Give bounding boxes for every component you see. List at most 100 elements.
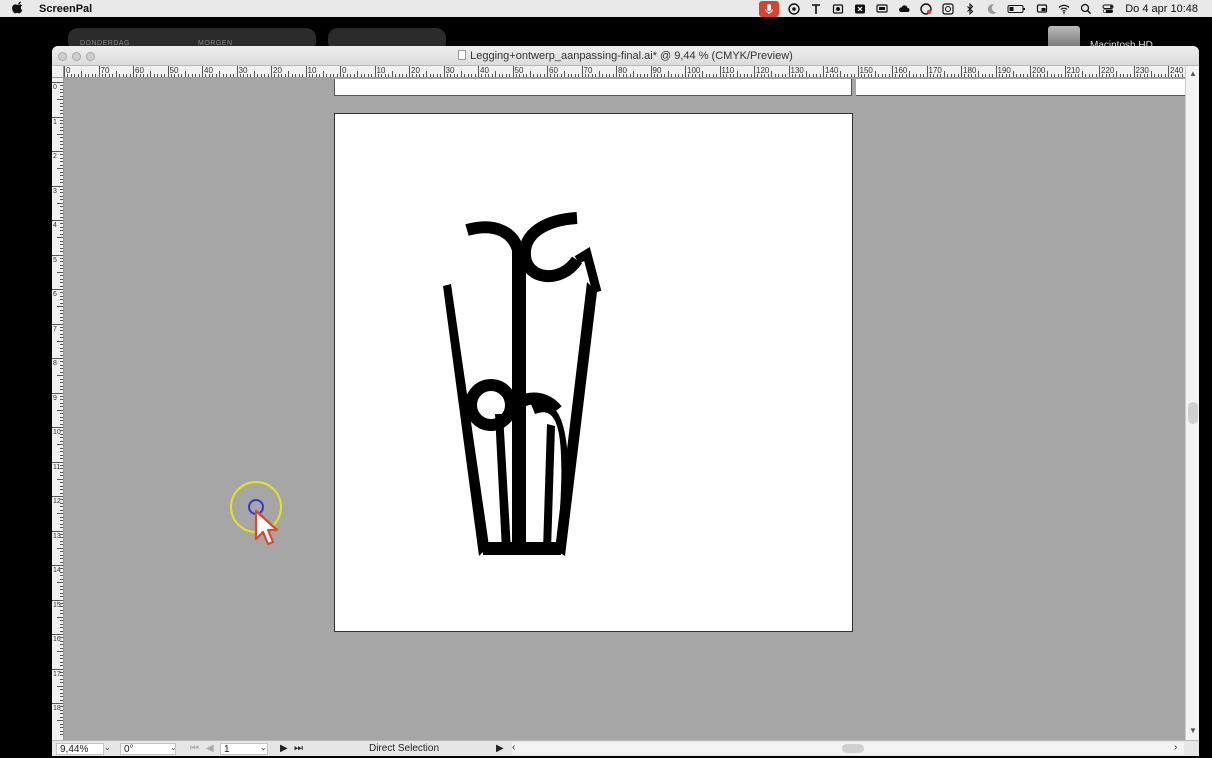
- ruler-tick: [150, 71, 152, 77]
- bluetooth-icon[interactable]: [959, 0, 981, 17]
- menubar-clock[interactable]: Do 4 apr 10:48: [1119, 3, 1212, 15]
- current-tool-label[interactable]: Direct Selection: [314, 743, 494, 755]
- ruler-tick: [381, 74, 383, 77]
- legging-artwork[interactable]: [335, 114, 854, 633]
- ruler-origin[interactable]: [52, 66, 64, 78]
- ruler-tick: [60, 399, 63, 401]
- first-artboard-icon[interactable]: ⏮: [190, 743, 199, 755]
- scroll-up-arrow-icon[interactable]: ▲: [1189, 69, 1197, 78]
- rotation-field[interactable]: 0°: [120, 743, 176, 755]
- screen-icon[interactable]: [1031, 0, 1053, 17]
- apple-icon[interactable]: [12, 1, 26, 17]
- ruler-tick: [971, 74, 973, 77]
- ruler-tick: [315, 74, 317, 77]
- ruler-tick: [52, 116, 63, 118]
- ruler-tick: [60, 126, 63, 128]
- artboard-above[interactable]: [334, 79, 852, 96]
- previous-artboard-icon[interactable]: ◀: [206, 743, 214, 755]
- scroll-down-arrow-icon[interactable]: ▼: [1189, 726, 1197, 735]
- ruler-tick: [350, 74, 352, 77]
- ruler-tick: [60, 347, 63, 349]
- ruler-tick: [70, 74, 72, 77]
- ruler-tick: [60, 244, 63, 246]
- ruler-tick: [940, 74, 942, 77]
- artboard-dropdown-icon[interactable]: ⌄: [260, 743, 267, 752]
- vertical-scrollbar[interactable]: ▲ ▼: [1185, 66, 1199, 740]
- ruler-tick: [60, 620, 63, 622]
- ruler-tick: [698, 74, 700, 77]
- ruler-tick: [60, 144, 63, 146]
- capture-icon[interactable]: [827, 0, 849, 17]
- next-artboard-icon[interactable]: ▶: [280, 743, 288, 755]
- ruler-tick: [1043, 74, 1045, 77]
- ruler-tick: [857, 66, 859, 77]
- ruler-tick: [60, 261, 63, 263]
- zoom-dropdown-icon[interactable]: ⌄: [104, 743, 111, 752]
- horizontal-scroll-thumb[interactable]: [842, 744, 864, 753]
- text-tool-icon[interactable]: [805, 0, 827, 17]
- horizontal-scrollbar[interactable]: ‹ ›: [512, 742, 1184, 755]
- ruler-tick: [60, 682, 63, 684]
- cloud-sync-icon[interactable]: [893, 0, 915, 17]
- ruler-tick: [57, 306, 63, 308]
- ruler-tick: [1054, 74, 1056, 77]
- ruler-tick: [422, 74, 424, 77]
- zoom-level-field[interactable]: 9,44%: [56, 743, 104, 755]
- last-artboard-icon[interactable]: ⏭: [294, 743, 303, 755]
- vertical-scroll-thumb[interactable]: [1188, 402, 1198, 424]
- screenpal-icon[interactable]: [783, 0, 805, 17]
- ruler-tick: [1157, 74, 1159, 77]
- ruler-tick: [1067, 74, 1069, 77]
- creative-cloud-icon[interactable]: [915, 0, 937, 17]
- close-box-icon[interactable]: [849, 0, 871, 17]
- ruler-tick: [1126, 74, 1128, 77]
- app-name-menu[interactable]: ScreenPal: [39, 3, 92, 15]
- ruler-tick: [1164, 74, 1166, 77]
- display-mirroring-icon[interactable]: [871, 0, 893, 17]
- ruler-tick: [836, 74, 838, 77]
- window-titlebar[interactable]: Legging+ontwerp_aanpassing-final.ai* @ 9…: [52, 46, 1199, 66]
- control-center-icon[interactable]: [1097, 0, 1119, 17]
- ruler-tick: [57, 444, 63, 446]
- scroll-right-arrow-icon[interactable]: ›: [1174, 742, 1177, 754]
- ruler-tick: [60, 602, 63, 604]
- ruler-tick: [60, 716, 63, 718]
- focus-moon-icon[interactable]: [981, 0, 1003, 17]
- artboard-right[interactable]: [856, 79, 1185, 96]
- ruler-tick: [57, 582, 63, 584]
- scroll-left-arrow-icon[interactable]: ‹: [512, 742, 515, 754]
- ruler-tick: [705, 74, 707, 77]
- ruler-tick: [1088, 74, 1090, 77]
- horizontal-ruler[interactable]: 0 70 60 50 40 30 20 10 0 10 20 30 40 50 60 70 80 90 100 110…: [64, 66, 1185, 78]
- ruler-tick: [215, 74, 217, 77]
- ruler-tick: [219, 71, 221, 77]
- ruler-tick: [605, 74, 607, 77]
- spotlight-search-icon[interactable]: [1075, 0, 1097, 17]
- ruler-tick: [1136, 74, 1138, 77]
- canvas-area[interactable]: [64, 79, 1185, 740]
- ruler-tick: [60, 233, 63, 235]
- microphone-recording-icon[interactable]: [759, 0, 780, 17]
- ruler-tick: [60, 364, 63, 366]
- battery-icon[interactable]: [1003, 0, 1031, 17]
- ruler-tick: [60, 313, 63, 315]
- ruler-tick: [1181, 74, 1183, 77]
- ruler-tick: [760, 74, 762, 77]
- ruler-tick: [488, 74, 490, 77]
- ruler-tick: [64, 66, 65, 77]
- ruler-tick: [60, 416, 63, 418]
- ruler-tick: [950, 74, 952, 77]
- ruler-tick: [688, 74, 690, 77]
- ruler-tick: [57, 478, 63, 480]
- target-icon[interactable]: [937, 0, 959, 17]
- ruler-tick: [60, 268, 63, 270]
- hard-drive-icon[interactable]: [1048, 26, 1080, 48]
- wifi-icon[interactable]: [1053, 0, 1075, 17]
- ruler-tick: [526, 74, 528, 77]
- ruler-tick: [60, 713, 63, 715]
- artboard[interactable]: [334, 113, 853, 632]
- status-menu-arrow-icon[interactable]: ▶: [496, 743, 504, 755]
- ruler-tick: [250, 74, 252, 77]
- vertical-ruler[interactable]: 0 1 2 3 4 5 6 7 8 9 10 11 12 13 14 15 16 17 18: [52, 78, 64, 740]
- rotation-dropdown-icon[interactable]: ⌄: [170, 743, 177, 752]
